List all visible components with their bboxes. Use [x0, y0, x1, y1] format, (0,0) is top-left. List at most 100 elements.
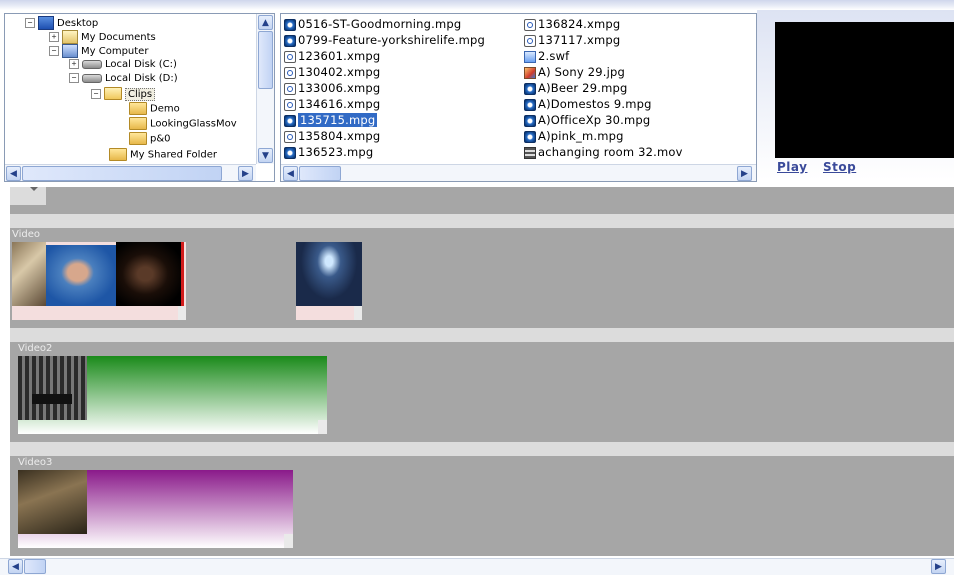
file-item[interactable]: 2.swf [524, 48, 569, 64]
tree-node-local-disk-c[interactable]: + Local Disk (C:) [69, 58, 177, 72]
track-label: Video [12, 229, 41, 240]
clip-thumbnail-5-caption [32, 394, 72, 404]
clip-end-handle[interactable] [318, 420, 327, 434]
tree-node-label: Demo [150, 103, 180, 115]
tree-node-label: p&0 [150, 133, 171, 145]
video-track[interactable]: Video [10, 228, 954, 328]
file-list-panel[interactable]: 0516-ST-Goodmorning.mpg 0799-Feature-york… [280, 13, 757, 182]
scroll-left-icon[interactable]: ◀ [8, 559, 23, 574]
scroll-right-icon[interactable]: ▶ [238, 166, 253, 181]
tree-node-label: Clips [125, 87, 156, 101]
xmpg-file-icon [284, 66, 296, 79]
file-item[interactable]: 135715.mpg [284, 112, 378, 128]
collapse-icon[interactable]: − [25, 18, 35, 28]
file-item[interactable]: A)pink_m.mpg [524, 128, 624, 144]
track-label: Video2 [18, 343, 53, 354]
collapse-icon[interactable]: − [69, 73, 79, 83]
tree-node-my-shared-folder[interactable]: My Shared Folder [109, 148, 217, 162]
tree-node-local-disk-d[interactable]: − Local Disk (D:) [69, 72, 178, 86]
video-clip[interactable] [296, 242, 362, 320]
tree-node-my-documents[interactable]: + My Documents [49, 30, 156, 44]
tree-horizontal-scrollbar[interactable]: ◀ ▶ [5, 164, 256, 181]
collapse-icon[interactable]: − [49, 46, 59, 56]
scroll-right-icon[interactable]: ▶ [737, 166, 752, 181]
scroll-left-icon[interactable]: ◀ [283, 166, 298, 181]
file-item[interactable]: A)OfficeXp 30.mpg [524, 112, 650, 128]
file-item[interactable]: 137117.xmpg [524, 32, 620, 48]
video2-clip[interactable] [18, 356, 327, 434]
scroll-left-icon[interactable]: ◀ [6, 166, 21, 181]
xmpg-file-icon [284, 82, 296, 95]
tree-node-demo[interactable]: Demo [129, 102, 180, 116]
file-item[interactable]: 0799-Feature-yorkshirelife.mpg [284, 32, 485, 48]
tree-node-p-and-0[interactable]: p&0 [129, 132, 171, 146]
folder-tree-panel[interactable]: − Desktop + My Documents − My Computer + Loc… [4, 13, 275, 182]
mov-file-icon [524, 146, 536, 159]
jpg-file-icon [524, 66, 536, 79]
tree-vertical-scroll-thumb[interactable] [258, 31, 273, 89]
file-item[interactable]: 135804.xmpg [284, 128, 380, 144]
clip-thumbnail-3 [116, 242, 184, 306]
tree-node-label: Local Disk (C:) [105, 59, 177, 70]
file-item[interactable]: 0516-ST-Goodmorning.mpg [284, 16, 461, 32]
file-name: 0516-ST-Goodmorning.mpg [298, 17, 462, 31]
computer-icon [62, 44, 78, 58]
file-name: 135804.xmpg [298, 129, 381, 143]
file-name: A)Domestos 9.mpg [538, 97, 652, 111]
clip-thumbnail-6 [18, 470, 87, 534]
file-name: A)pink_m.mpg [538, 129, 624, 143]
clip-end-handle[interactable] [178, 306, 186, 320]
video3-track[interactable]: Video3 [10, 456, 954, 556]
timeline-horizontal-scrollbar[interactable]: ◀ ▶ [0, 558, 954, 575]
play-link[interactable]: Play [777, 160, 807, 174]
tree-horizontal-scroll-thumb[interactable] [22, 166, 222, 181]
collapse-icon[interactable]: − [91, 88, 101, 99]
timeline-ruler[interactable] [10, 187, 954, 214]
file-item[interactable]: A)Beer 29.mpg [524, 80, 627, 96]
scroll-right-icon[interactable]: ▶ [931, 559, 946, 574]
timeline-scroll-thumb[interactable] [24, 559, 46, 574]
video-clip[interactable] [12, 242, 186, 320]
tree-vertical-scrollbar[interactable]: ▲ ▼ [256, 14, 274, 164]
expand-icon[interactable]: + [69, 59, 79, 69]
desktop-icon [38, 16, 54, 30]
mpg-file-icon [284, 146, 296, 159]
file-item[interactable]: 136824.xmpg [524, 16, 620, 32]
xmpg-file-icon [524, 34, 536, 47]
scroll-up-icon[interactable]: ▲ [258, 15, 273, 30]
file-item[interactable]: achanging room 32.mov [524, 144, 683, 160]
track-separator [10, 442, 954, 456]
tree-node-desktop[interactable]: − Desktop [25, 16, 98, 30]
xmpg-file-icon [524, 18, 536, 31]
file-item[interactable]: 136523.mpg [284, 144, 373, 160]
file-item[interactable]: 133006.xmpg [284, 80, 380, 96]
tree-node-my-computer[interactable]: − My Computer [49, 44, 148, 58]
file-name: 137117.xmpg [538, 33, 621, 47]
tree-node-label: LookingGlassMov [150, 118, 237, 130]
clip-end-handle[interactable] [354, 306, 362, 320]
scroll-down-icon[interactable]: ▼ [258, 148, 273, 163]
file-item[interactable]: 123601.xmpg [284, 48, 380, 64]
drive-icon [82, 73, 102, 83]
file-item[interactable]: A)Domestos 9.mpg [524, 96, 652, 112]
time-marker[interactable] [10, 187, 46, 205]
video3-clip[interactable] [18, 470, 293, 548]
file-list-horizontal-scrollbar[interactable]: ◀ ▶ [281, 164, 756, 181]
documents-folder-icon [62, 30, 78, 44]
xmpg-file-icon [284, 50, 296, 63]
file-item[interactable]: 134616.xmpg [284, 96, 380, 112]
tree-node-lookingglassmov[interactable]: LookingGlassMov [129, 117, 237, 131]
tree-node-label: My Computer [81, 46, 149, 57]
stop-link[interactable]: Stop [823, 160, 856, 174]
video2-track[interactable]: Video2 [10, 342, 954, 442]
clip-end-handle[interactable] [284, 534, 293, 548]
expand-icon[interactable]: + [49, 32, 59, 42]
tree-node-label: My Documents [81, 32, 156, 43]
tree-node-clips[interactable]: − Clips [91, 87, 156, 101]
tree-node-label: Local Disk (D:) [105, 73, 178, 84]
file-item[interactable]: 130402.xmpg [284, 64, 380, 80]
file-item[interactable]: A) Sony 29.jpg [524, 64, 625, 80]
mpg-file-icon [524, 98, 536, 111]
file-list-scroll-thumb[interactable] [299, 166, 341, 181]
playhead-icon[interactable] [30, 187, 38, 191]
